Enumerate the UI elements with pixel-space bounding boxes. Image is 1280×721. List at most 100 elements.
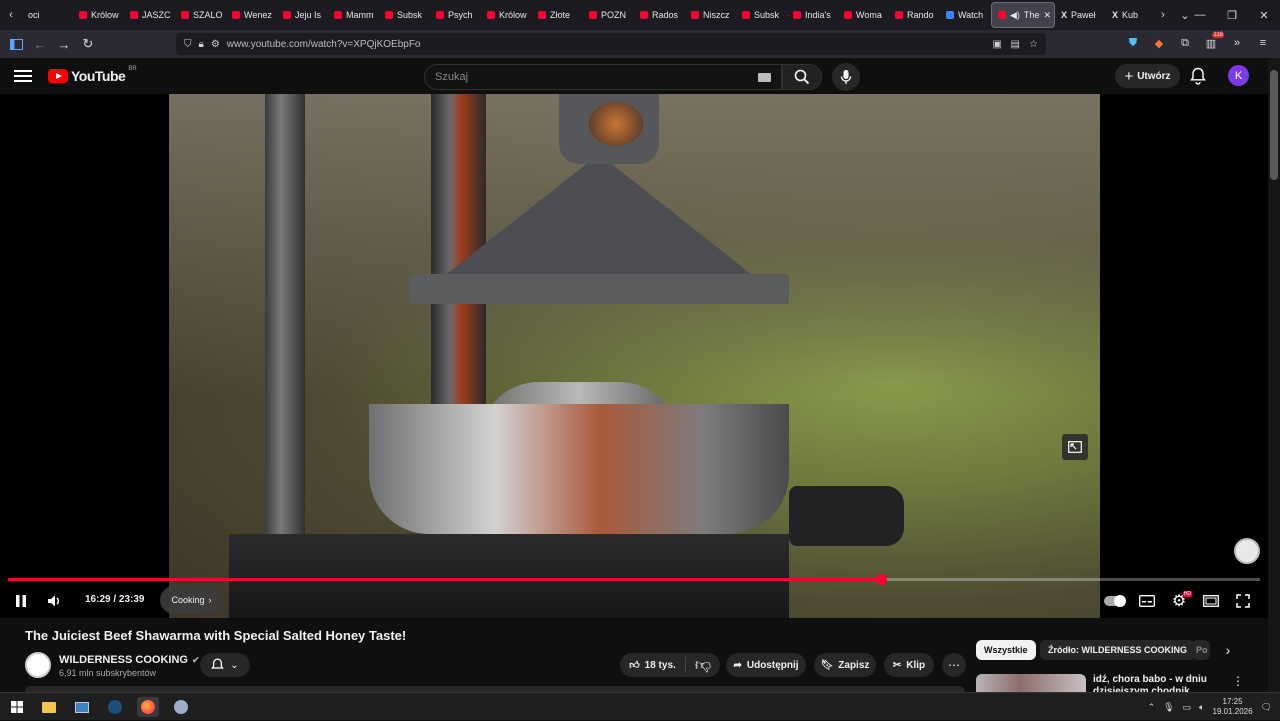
more-actions-button[interactable]: ⋯ — [942, 653, 966, 677]
recommendation-menu-icon[interactable]: ⋮ — [1232, 674, 1244, 688]
search-input[interactable] — [435, 71, 735, 83]
browser-tab[interactable]: oci — [22, 2, 73, 28]
browser-tab[interactable]: Rando — [889, 2, 940, 28]
channel-watermark[interactable] — [1234, 538, 1260, 564]
channel-name-row[interactable]: WILDERNESS COOKING ✔ — [59, 654, 200, 666]
url-bar[interactable]: ⛉ 🔒︎ ⚙ www.youtube.com/watch?v=XPQjKOEbp… — [176, 33, 1046, 55]
browser-tab[interactable]: Jeju Is — [277, 2, 328, 28]
fox-extension-icon[interactable]: ◆ — [1150, 32, 1168, 54]
browser-tab[interactable]: Królow — [481, 2, 532, 28]
app-menu-icon[interactable]: ≡ — [1254, 32, 1272, 54]
browser-tab[interactable]: JASZC — [124, 2, 175, 28]
microphone-tray-icon[interactable]: 🎙︎ — [1163, 702, 1174, 713]
filter-chip-source[interactable]: Źródło: WILDERNESS COOKING — [1040, 640, 1195, 660]
chapter-chip[interactable]: Cooking › — [160, 586, 223, 614]
extensions-icon[interactable]: ⧉ — [1176, 32, 1194, 54]
save-button[interactable]: 🔖︎ Zapisz — [814, 653, 876, 677]
back-icon[interactable]: ← — [28, 32, 52, 56]
theater-mode-button[interactable] — [1200, 586, 1222, 616]
url-text[interactable]: www.youtube.com/watch?v=XPQjKOEbpFo — [227, 39, 421, 50]
like-button[interactable]: 👍︎ 18 tys. — [620, 657, 686, 673]
browser-tab[interactable]: POZN — [583, 2, 634, 28]
windows-start-icon[interactable] — [6, 697, 28, 717]
youtube-logo[interactable]: YouTube BR — [48, 66, 137, 84]
sidebar-toggle-icon[interactable] — [4, 32, 28, 56]
remote-desktop-icon[interactable] — [71, 697, 93, 717]
vpn-shield-icon[interactable]: ⛊ — [1124, 32, 1142, 54]
browser-tab[interactable]: Subsk — [379, 2, 430, 28]
pause-button[interactable] — [10, 586, 32, 616]
notifications-tray-icon[interactable]: 🗨︎ — [1261, 702, 1272, 713]
clock[interactable]: 17:25 19.01.2026 — [1213, 697, 1253, 717]
browser-tab[interactable]: Złote — [532, 2, 583, 28]
network-tool-icon[interactable] — [170, 697, 192, 717]
browser-tab[interactable]: Królow — [73, 2, 124, 28]
page-scrollbar[interactable] — [1268, 58, 1280, 692]
chips-next-button[interactable]: › — [1220, 642, 1236, 658]
autoplay-toggle[interactable] — [1104, 595, 1126, 607]
progress-bar[interactable] — [8, 574, 1260, 585]
site-permissions-icon[interactable]: ⚙ — [211, 39, 220, 50]
tab-pawel[interactable]: X Paweł — [1055, 2, 1106, 28]
progress-scrubber[interactable] — [875, 574, 887, 585]
tab-close-icon[interactable]: ✕ — [1043, 10, 1051, 21]
forward-icon[interactable]: → — [52, 32, 76, 56]
channel-name[interactable]: WILDERNESS COOKING — [59, 654, 188, 666]
fullscreen-button[interactable] — [1232, 586, 1254, 616]
browser-tab[interactable]: Woma — [838, 2, 889, 28]
browser-tab[interactable]: Watch — [940, 2, 991, 28]
subtitles-button[interactable] — [1136, 586, 1158, 616]
file-explorer-icon[interactable] — [38, 697, 60, 717]
dislike-button[interactable]: 👎︎ — [686, 656, 720, 675]
clip-button[interactable]: ✂ Klip — [884, 653, 934, 677]
video-frame[interactable] — [169, 94, 1100, 618]
menu-icon[interactable] — [14, 67, 32, 85]
display-tray-icon[interactable]: ▭ — [1183, 702, 1192, 713]
subscription-bell-button[interactable]: ⌄ — [200, 653, 250, 677]
settings-button[interactable]: ⚙ HD — [1168, 586, 1192, 616]
notifications-button[interactable] — [1190, 67, 1206, 90]
reader-view-icon[interactable]: ▤ — [1011, 39, 1020, 50]
filter-chip-more[interactable]: Po — [1192, 640, 1210, 660]
steam-icon[interactable] — [104, 697, 126, 717]
browser-tab[interactable]: Psych — [430, 2, 481, 28]
tab-active[interactable]: ◀) The ✕ — [991, 2, 1055, 28]
tab-kub[interactable]: X Kub — [1106, 2, 1152, 28]
bookmark-star-icon[interactable]: ☆ — [1029, 39, 1038, 50]
tabs-scroll-left-icon[interactable]: ‹ — [0, 9, 22, 21]
search-button[interactable] — [782, 64, 822, 90]
browser-tab[interactable]: Subsk — [736, 2, 787, 28]
shield-icon[interactable]: ⛉ — [184, 39, 192, 50]
tabs-scroll-right-icon[interactable]: › — [1152, 9, 1174, 21]
browser-tab[interactable]: Rados — [634, 2, 685, 28]
overflow-menu-icon[interactable]: » — [1228, 32, 1246, 54]
browser-tab[interactable]: SZALO — [175, 2, 226, 28]
minimize-icon[interactable]: — — [1184, 0, 1216, 30]
voice-search-button[interactable] — [832, 63, 860, 91]
search-box[interactable] — [424, 64, 782, 90]
close-window-icon[interactable]: ✕ — [1248, 0, 1280, 30]
browser-tab[interactable]: Niszcz — [685, 2, 736, 28]
recommendation-thumbnail[interactable] — [976, 674, 1086, 692]
tray-overflow-icon[interactable]: ⌃ — [1148, 702, 1156, 713]
restore-icon[interactable]: ❐ — [1216, 0, 1248, 30]
create-button[interactable]: + Utwórz — [1115, 64, 1180, 88]
lock-icon[interactable]: 🔒︎ — [199, 39, 204, 50]
account-avatar[interactable]: K — [1228, 65, 1249, 86]
volume-button[interactable] — [44, 586, 66, 616]
recommendation-title[interactable]: idź, chora babo - w dniu dzisiejszym cho… — [1093, 674, 1223, 692]
channel-avatar[interactable] — [25, 652, 51, 678]
browser-tab[interactable]: Mamm — [328, 2, 379, 28]
firefox-icon[interactable] — [137, 697, 159, 717]
video-player[interactable]: 16:29 / 23:39 Cooking › ⚙ HD — [0, 94, 1268, 618]
pip-page-icon[interactable]: ▣ — [993, 39, 1002, 50]
share-button[interactable]: ➦ Udostępnij — [726, 653, 806, 677]
filter-chip-all[interactable]: Wszystkie — [976, 640, 1036, 660]
browser-tab[interactable]: Wenez — [226, 2, 277, 28]
keyboard-icon[interactable] — [758, 73, 771, 82]
reload-icon[interactable]: ↻ — [76, 32, 100, 56]
scrollbar-thumb[interactable] — [1270, 70, 1278, 180]
extension-badge-icon[interactable]: ▥ 118 — [1202, 32, 1224, 54]
speaker-tray-icon[interactable]: 🔈︎ — [1199, 702, 1204, 713]
miniplayer-icon[interactable] — [1062, 434, 1088, 460]
